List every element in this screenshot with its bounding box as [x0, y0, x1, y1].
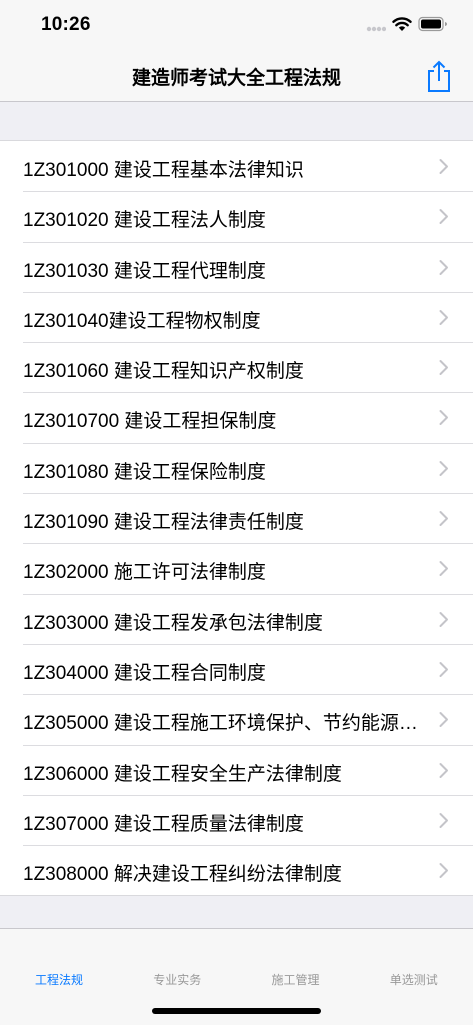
chevron-right-icon — [439, 259, 448, 275]
tab-label: 施工管理 — [271, 973, 320, 987]
list-item-label: 1Z301090 建设工程法律责任制度 — [23, 512, 304, 534]
list-item-label: 1Z301060 建设工程知识产权制度 — [23, 361, 304, 383]
list-item[interactable]: 1Z304000 建设工程合同制度 — [0, 643, 473, 694]
list-item-label: 1Z306000 建设工程安全生产法律制度 — [23, 763, 342, 785]
list-item[interactable]: 1Z301090 建设工程法律责任制度 — [0, 493, 473, 543]
tab-1[interactable]: 工程法规 — [0, 929, 118, 1025]
chevron-right-icon — [439, 209, 448, 225]
chevron-right-icon — [439, 561, 448, 577]
share-icon[interactable] — [423, 58, 455, 94]
list-item[interactable]: 1Z301040建设工程物权制度 — [0, 291, 473, 342]
list-item[interactable]: 1Z301000 建设工程基本法律知识 — [0, 141, 473, 191]
list-item[interactable]: 1Z301030 建设工程代理制度 — [0, 241, 473, 292]
list-item-label: 1Z308000 解决建设工程纠纷法律制度 — [23, 864, 342, 886]
home-indicator — [152, 1008, 321, 1014]
chevron-right-icon — [439, 611, 448, 627]
tab-label: 单选测试 — [389, 973, 438, 987]
list-item-label: 1Z301080 建设工程保险制度 — [23, 461, 266, 483]
chapter-list: 1Z301000 建设工程基本法律知识 1Z301020 建设工程法人制度 1Z30… — [0, 140, 473, 897]
list-item-label: 1Z305000 建设工程施工环境保护、节约能源和文物保护制度 — [23, 713, 423, 735]
page-title: 建造师考试大全工程法规 — [131, 68, 341, 89]
list-item-label: 1Z301000 建设工程基本法律知识 — [23, 160, 304, 181]
tab-label: 专业实务 — [153, 973, 202, 987]
list-item-label: 1Z301030 建设工程代理制度 — [23, 260, 266, 282]
chevron-right-icon — [439, 511, 448, 527]
list-item[interactable]: 1Z301080 建设工程保险制度 — [0, 442, 473, 493]
signal-icon — [366, 26, 386, 32]
chevron-right-icon — [439, 863, 448, 879]
chevron-right-icon — [439, 309, 448, 325]
list-item[interactable]: 1Z301020 建设工程法人制度 — [0, 191, 473, 241]
list-item-label: 1Z302000 施工许可法律制度 — [23, 562, 266, 584]
tab-label: 工程法规 — [34, 973, 83, 987]
wifi-icon — [392, 17, 412, 31]
list-item[interactable]: 1Z307000 建设工程质量法律制度 — [0, 794, 473, 845]
list-item-label: 1Z301040建设工程物权制度 — [23, 310, 261, 332]
list-item-label: 1Z304000 建设工程合同制度 — [23, 662, 266, 684]
chevron-right-icon — [439, 410, 448, 426]
navigation-bar: 建造师考试大全工程法规 — [0, 50, 473, 102]
chevron-right-icon — [439, 159, 448, 174]
list-item[interactable]: 1Z303000 建设工程发承包法律制度 — [0, 593, 473, 644]
list-item[interactable]: 1Z308000 解决建设工程纠纷法律制度 — [0, 845, 473, 895]
chevron-right-icon — [439, 460, 448, 476]
list-item-label: 1Z307000 建设工程质量法律制度 — [23, 813, 304, 835]
chevron-right-icon — [439, 712, 448, 728]
list-item-label: 1Z301020 建设工程法人制度 — [23, 210, 266, 232]
battery-icon — [418, 16, 447, 32]
list-item[interactable]: 1Z3010700 建设工程担保制度 — [0, 392, 473, 442]
chevron-right-icon — [439, 661, 448, 677]
list-item[interactable]: 1Z306000 建设工程安全生产法律制度 — [0, 744, 473, 795]
status-bar: 10:26 — [0, 0, 473, 50]
chevron-right-icon — [439, 812, 448, 828]
chevron-right-icon — [439, 762, 448, 778]
list-item[interactable]: 1Z302000 施工许可法律制度 — [0, 543, 473, 593]
tab-4[interactable]: 单选测试 — [355, 929, 473, 1025]
list-item[interactable]: 1Z305000 建设工程施工环境保护、节约能源和文物保护制度 — [0, 694, 473, 744]
list-item[interactable]: 1Z301060 建设工程知识产权制度 — [0, 342, 473, 392]
status-time: 10:26 — [41, 14, 91, 35]
list-item-label: 1Z303000 建设工程发承包法律制度 — [23, 612, 323, 634]
list-item-label: 1Z3010700 建设工程担保制度 — [23, 411, 277, 433]
chevron-right-icon — [439, 360, 448, 376]
